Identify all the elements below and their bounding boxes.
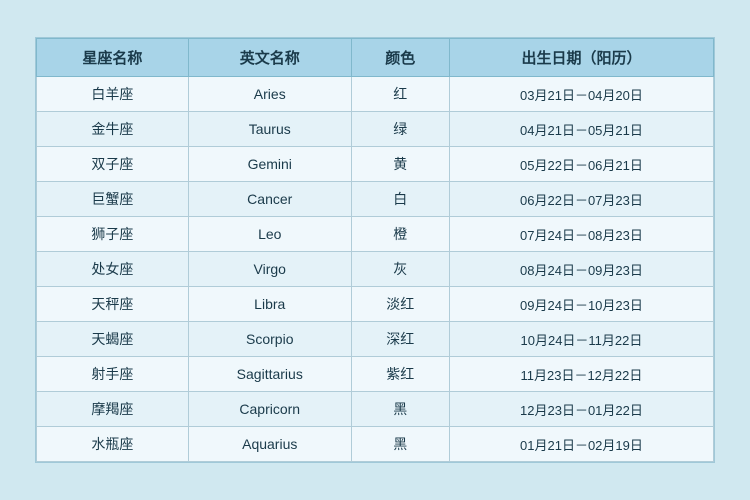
cell-english-name: Leo: [188, 217, 351, 252]
cell-english-name: Scorpio: [188, 322, 351, 357]
table-row: 射手座Sagittarius紫红11月23日－12月22日: [37, 357, 714, 392]
cell-chinese-name: 双子座: [37, 147, 189, 182]
table-row: 狮子座Leo橙07月24日－08月23日: [37, 217, 714, 252]
cell-color: 橙: [351, 217, 449, 252]
table-row: 天秤座Libra淡红09月24日－10月23日: [37, 287, 714, 322]
cell-english-name: Libra: [188, 287, 351, 322]
cell-dates: 11月23日－12月22日: [449, 357, 713, 392]
cell-color: 绿: [351, 112, 449, 147]
cell-english-name: Sagittarius: [188, 357, 351, 392]
cell-dates: 03月21日－04月20日: [449, 77, 713, 112]
cell-dates: 09月24日－10月23日: [449, 287, 713, 322]
cell-chinese-name: 摩羯座: [37, 392, 189, 427]
cell-dates: 06月22日－07月23日: [449, 182, 713, 217]
cell-dates: 08月24日－09月23日: [449, 252, 713, 287]
cell-dates: 01月21日－02月19日: [449, 427, 713, 462]
cell-english-name: Gemini: [188, 147, 351, 182]
table-row: 处女座Virgo灰08月24日－09月23日: [37, 252, 714, 287]
zodiac-table: 星座名称 英文名称 颜色 出生日期（阳历） 白羊座Aries红03月21日－04…: [36, 38, 714, 462]
cell-color: 淡红: [351, 287, 449, 322]
cell-english-name: Cancer: [188, 182, 351, 217]
cell-english-name: Virgo: [188, 252, 351, 287]
table-row: 双子座Gemini黄05月22日－06月21日: [37, 147, 714, 182]
cell-chinese-name: 射手座: [37, 357, 189, 392]
cell-dates: 04月21日－05月21日: [449, 112, 713, 147]
cell-color: 紫红: [351, 357, 449, 392]
table-row: 天蝎座Scorpio深红10月24日－11月22日: [37, 322, 714, 357]
cell-chinese-name: 金牛座: [37, 112, 189, 147]
cell-color: 红: [351, 77, 449, 112]
cell-color: 黑: [351, 427, 449, 462]
table-row: 水瓶座Aquarius黑01月21日－02月19日: [37, 427, 714, 462]
cell-color: 深红: [351, 322, 449, 357]
cell-english-name: Aries: [188, 77, 351, 112]
cell-chinese-name: 天秤座: [37, 287, 189, 322]
cell-chinese-name: 狮子座: [37, 217, 189, 252]
cell-color: 黄: [351, 147, 449, 182]
zodiac-table-container: 星座名称 英文名称 颜色 出生日期（阳历） 白羊座Aries红03月21日－04…: [35, 37, 715, 463]
table-row: 金牛座Taurus绿04月21日－05月21日: [37, 112, 714, 147]
header-color: 颜色: [351, 39, 449, 77]
cell-chinese-name: 巨蟹座: [37, 182, 189, 217]
cell-dates: 12月23日－01月22日: [449, 392, 713, 427]
table-body: 白羊座Aries红03月21日－04月20日金牛座Taurus绿04月21日－0…: [37, 77, 714, 462]
cell-dates: 07月24日－08月23日: [449, 217, 713, 252]
cell-color: 白: [351, 182, 449, 217]
cell-chinese-name: 水瓶座: [37, 427, 189, 462]
table-row: 白羊座Aries红03月21日－04月20日: [37, 77, 714, 112]
header-chinese-name: 星座名称: [37, 39, 189, 77]
cell-dates: 05月22日－06月21日: [449, 147, 713, 182]
cell-english-name: Aquarius: [188, 427, 351, 462]
table-row: 巨蟹座Cancer白06月22日－07月23日: [37, 182, 714, 217]
table-row: 摩羯座Capricorn黑12月23日－01月22日: [37, 392, 714, 427]
cell-english-name: Taurus: [188, 112, 351, 147]
cell-english-name: Capricorn: [188, 392, 351, 427]
cell-dates: 10月24日－11月22日: [449, 322, 713, 357]
header-english-name: 英文名称: [188, 39, 351, 77]
header-dates: 出生日期（阳历）: [449, 39, 713, 77]
cell-chinese-name: 白羊座: [37, 77, 189, 112]
cell-chinese-name: 天蝎座: [37, 322, 189, 357]
cell-chinese-name: 处女座: [37, 252, 189, 287]
table-header-row: 星座名称 英文名称 颜色 出生日期（阳历）: [37, 39, 714, 77]
cell-color: 黑: [351, 392, 449, 427]
cell-color: 灰: [351, 252, 449, 287]
